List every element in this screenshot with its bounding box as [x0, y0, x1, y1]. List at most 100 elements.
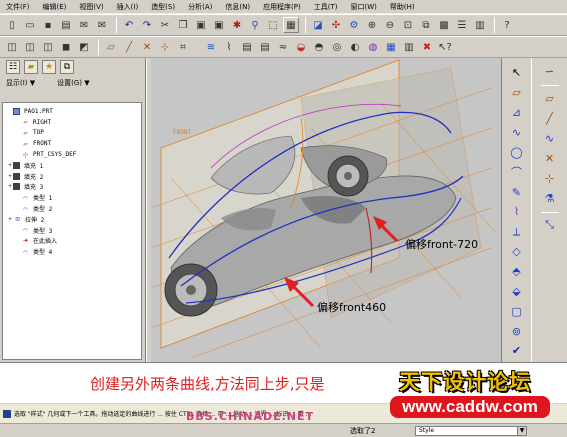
menu-view[interactable]: 视图(V)	[79, 2, 103, 12]
open-file-icon[interactable]: ▭	[22, 17, 38, 33]
deviation-icon[interactable]: ≈	[275, 39, 291, 55]
menu-info[interactable]: 信息(N)	[225, 2, 250, 12]
tree-item[interactable]: ▱ RIGHT	[3, 117, 141, 128]
curvature-icon[interactable]: ⌇	[221, 39, 237, 55]
menu-applications[interactable]: 应用程序(P)	[263, 2, 301, 12]
menu-edit[interactable]: 编辑(E)	[43, 2, 67, 12]
saved-analysis-icon[interactable]: ▦	[383, 39, 399, 55]
menu-file[interactable]: 文件(F)	[6, 2, 30, 12]
surface-icon[interactable]: ◇	[508, 243, 526, 261]
menu-insert[interactable]: 插入(I)	[117, 2, 139, 12]
plane-icon[interactable]: ▱	[541, 89, 559, 107]
paste-icon[interactable]: ▣	[193, 17, 209, 33]
tree-item[interactable]: + 填充 3	[3, 182, 141, 193]
enhanced-realism-icon[interactable]: ◩	[76, 39, 92, 55]
csys-display-icon[interactable]: ⊹	[157, 39, 173, 55]
settings-menu[interactable]: 设置(G) ▼	[57, 78, 90, 88]
gaussian-icon[interactable]: ◒	[293, 39, 309, 55]
tree-item[interactable]: ➜ 在此插入	[3, 236, 141, 247]
favorites-tab-icon[interactable]: ★	[42, 60, 56, 74]
tree-item[interactable]: ⌒ 类型 1	[3, 192, 141, 203]
circle-icon[interactable]: ◯	[508, 143, 526, 161]
print-icon[interactable]: ▤	[58, 17, 74, 33]
connections-tab-icon[interactable]: ⧉	[60, 60, 74, 74]
graphics-viewport[interactable]: FRONT 偏移front-720 偏移front460	[151, 58, 501, 362]
mail-attach-icon[interactable]: ✉	[94, 17, 110, 33]
view-manager-icon[interactable]: ▥	[472, 17, 488, 33]
curve-on-surface-icon[interactable]: ⌇	[508, 203, 526, 221]
tree-item[interactable]: + ⊡ 拉伸 2	[3, 214, 141, 225]
section-icon[interactable]: ▤	[239, 39, 255, 55]
curvature-display-icon[interactable]: ⊚	[508, 322, 526, 340]
regenerate-icon[interactable]: ✱	[229, 17, 245, 33]
point-icon[interactable]: ✕	[541, 149, 559, 167]
zoom-out-icon[interactable]: ⊖	[382, 17, 398, 33]
internal-plane-icon[interactable]: ⊿	[508, 104, 526, 122]
style-curve-analysis-icon[interactable]: ≋	[203, 39, 219, 55]
hide-analysis-icon[interactable]: ▥	[401, 39, 417, 55]
save-icon[interactable]: ▪	[40, 17, 56, 33]
offset-icon[interactable]: ▤	[257, 39, 273, 55]
wave-curve-icon[interactable]: ∿	[541, 129, 559, 147]
menu-tools[interactable]: 工具(T)	[314, 2, 338, 12]
selection-filter-dropdown[interactable]: Style ▼	[415, 426, 527, 436]
tree-item[interactable]: ⊹ PRT_CSYS_DEF	[3, 149, 141, 160]
menu-help[interactable]: 帮助(H)	[390, 2, 415, 12]
surface-edit-icon[interactable]: ▢	[508, 302, 526, 320]
hidden-line-icon[interactable]: ◫	[22, 39, 38, 55]
trim-surface-icon[interactable]: ⬙	[508, 282, 526, 300]
whats-this-icon[interactable]: ↖?	[437, 39, 453, 55]
menu-analysis[interactable]: 分析(A)	[188, 2, 212, 12]
axis-icon[interactable]: ╱	[541, 109, 559, 127]
tree-item[interactable]: ▱ FRONT	[3, 138, 141, 149]
folder-browser-tab-icon[interactable]: ▰	[24, 60, 38, 74]
coordinate-system-icon[interactable]: ⊹	[541, 169, 559, 187]
repaint-icon[interactable]: ◪	[310, 17, 326, 33]
tree-item[interactable]: ▱ TOP	[3, 128, 141, 139]
create-curve-icon[interactable]: ∿	[508, 124, 526, 142]
selection-filter-icon[interactable]: ▦	[283, 17, 299, 33]
show-menu[interactable]: 显示(I) ▼	[6, 78, 35, 88]
tree-item[interactable]: + 填充 2	[3, 171, 141, 182]
wireframe-icon[interactable]: ◫	[4, 39, 20, 55]
annotation-display-icon[interactable]: ⌗	[175, 39, 191, 55]
no-hidden-icon[interactable]: ◫	[40, 39, 56, 55]
context-help-icon[interactable]: ?	[499, 17, 515, 33]
send-mail-icon[interactable]: ✉	[76, 17, 92, 33]
redo-icon[interactable]: ↷	[139, 17, 155, 33]
datum-points-icon[interactable]: ✕	[139, 39, 155, 55]
saved-views-icon[interactable]: ▩	[436, 17, 452, 33]
sketch-curve-icon[interactable]: ∽	[541, 62, 559, 80]
select-box-icon[interactable]: ⬚	[265, 17, 281, 33]
delete-analysis-icon[interactable]: ✖	[419, 39, 435, 55]
new-file-icon[interactable]: ▯	[4, 17, 20, 33]
tree-item[interactable]: ⌒ 类型 4	[3, 246, 141, 257]
drop-curve-icon[interactable]: ⟂	[508, 223, 526, 241]
tree-item[interactable]: ⌒ 类型 2	[3, 203, 141, 214]
cut-icon[interactable]: ✂	[157, 17, 173, 33]
connect-surface-icon[interactable]: ⬘	[508, 263, 526, 281]
zoom-in-icon[interactable]: ⊕	[364, 17, 380, 33]
set-active-plane-icon[interactable]: ▱	[508, 84, 526, 102]
paste-special-icon[interactable]: ▣	[211, 17, 227, 33]
spin-center-icon[interactable]: ✣	[328, 17, 344, 33]
arc-icon[interactable]: ⌒	[508, 163, 526, 181]
find-icon[interactable]: ⚲	[247, 17, 263, 33]
dihedral-icon[interactable]: ◍	[365, 39, 381, 55]
datum-planes-icon[interactable]: ▱	[103, 39, 119, 55]
refit-icon[interactable]: ⊡	[400, 17, 416, 33]
edit-curve-icon[interactable]: ✎	[508, 183, 526, 201]
model-tree-tab-icon[interactable]: ☷	[6, 60, 20, 74]
draft-icon[interactable]: ◓	[311, 39, 327, 55]
reorient-icon[interactable]: ⧉	[418, 17, 434, 33]
tree-item[interactable]: + 填充 1	[3, 160, 141, 171]
copy-icon[interactable]: ❐	[175, 17, 191, 33]
datum-axes-icon[interactable]: ╱	[121, 39, 137, 55]
tree-item[interactable]: PAO1.PRT	[3, 106, 141, 117]
tree-item[interactable]: ⌒ 类型 3	[3, 225, 141, 236]
done-check-icon[interactable]: ✔	[508, 342, 526, 360]
menu-window[interactable]: 窗口(W)	[351, 2, 377, 12]
undo-icon[interactable]: ↶	[121, 17, 137, 33]
reflection-icon[interactable]: ◎	[329, 39, 345, 55]
layers-icon[interactable]: ☰	[454, 17, 470, 33]
